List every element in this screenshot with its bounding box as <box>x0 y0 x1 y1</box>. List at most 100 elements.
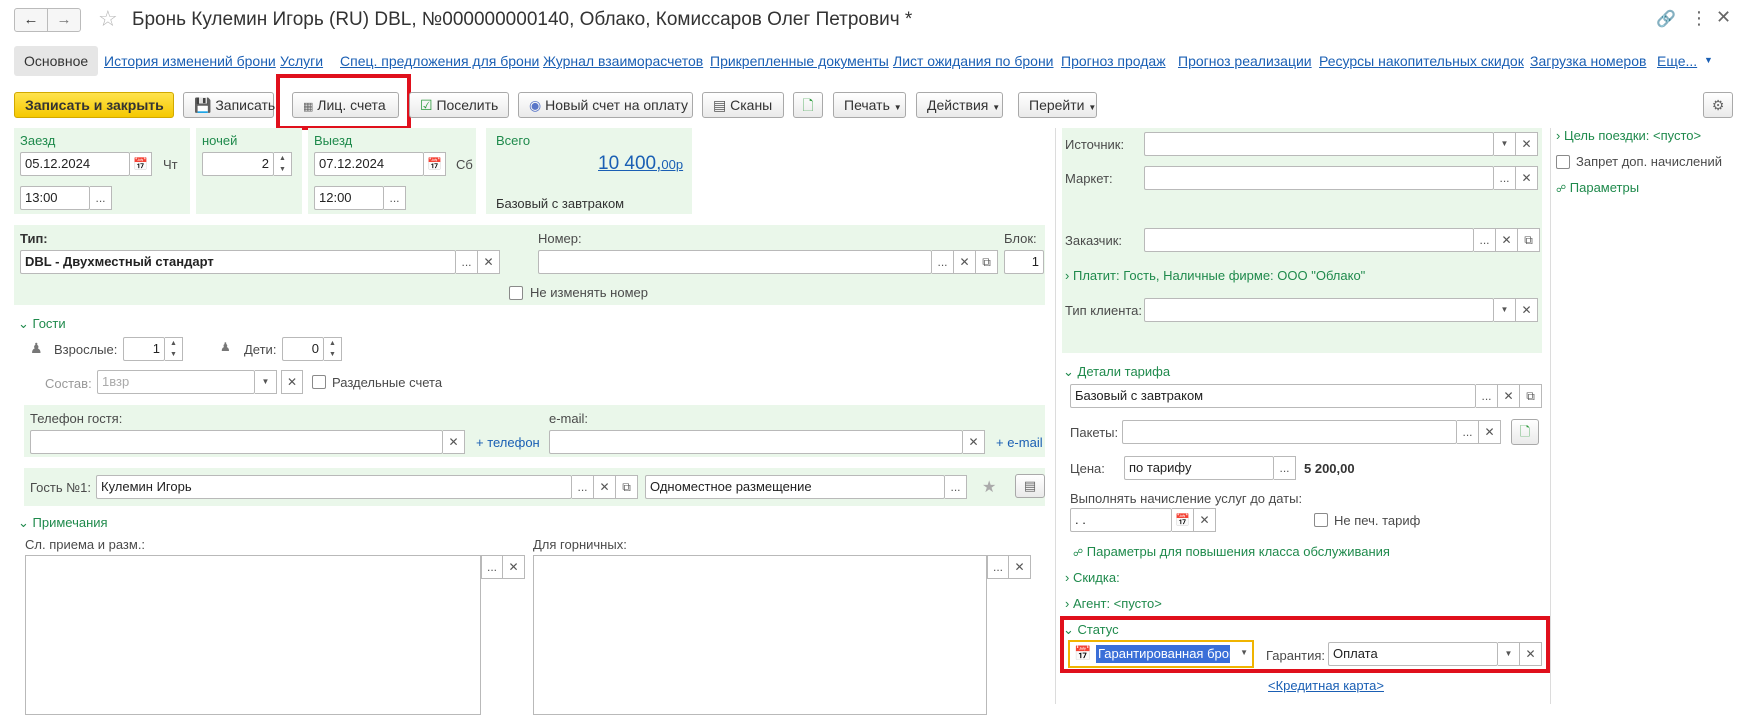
client-type-dropdown-button[interactable]: ▼ <box>1494 298 1516 322</box>
no-change-room-checkbox[interactable] <box>509 286 523 300</box>
trip-goal-toggle[interactable]: › Цель поездки: <пусто> <box>1556 128 1701 143</box>
price-mode-select-button[interactable]: ... <box>1274 456 1296 480</box>
status-dropdown-icon[interactable]: ▼ <box>1240 648 1248 657</box>
agent-toggle[interactable]: › Агент: <пусто> <box>1065 596 1162 611</box>
arrival-time-input[interactable]: 13:00 <box>20 186 90 210</box>
accounts-button[interactable]: ▦ Лиц. счета <box>292 92 399 118</box>
source-input[interactable] <box>1144 132 1494 156</box>
nights-stepper[interactable]: ▲ ▼ <box>274 152 292 176</box>
tab-more[interactable]: Еще... <box>1657 53 1697 69</box>
status-section-toggle[interactable]: ⌄ Статус <box>1063 622 1119 638</box>
source-clear-button[interactable]: ✕ <box>1516 132 1538 156</box>
reception-notes-clear-button[interactable]: ✕ <box>503 555 525 579</box>
settings-button[interactable]: ⚙ <box>1703 92 1733 118</box>
client-type-clear-button[interactable]: ✕ <box>1516 298 1538 322</box>
guests-section-toggle[interactable]: ⌄ Гости <box>18 316 66 332</box>
departure-date-input[interactable]: 07.12.2024 <box>314 152 424 176</box>
save-button[interactable]: 💾 Записать <box>183 92 275 118</box>
forward-button[interactable]: → <box>47 8 81 32</box>
star-icon[interactable]: ☆ <box>98 6 118 32</box>
separate-accounts-checkbox[interactable] <box>312 375 326 389</box>
market-clear-button[interactable]: ✕ <box>1516 166 1538 190</box>
housekeeping-notes-select-button[interactable]: ... <box>987 555 1009 579</box>
customer-select-button[interactable]: ... <box>1474 228 1496 252</box>
customer-open-button[interactable]: ⧉ <box>1518 228 1540 252</box>
add-email-link[interactable]: + e-mail <box>996 435 1043 450</box>
price-mode-input[interactable]: по тарифу <box>1124 456 1274 480</box>
email-input[interactable] <box>549 430 963 454</box>
children-stepper[interactable]: ▲ ▼ <box>324 337 342 361</box>
guarantee-dropdown-button[interactable]: ▼ <box>1498 642 1520 666</box>
new-invoice-button[interactable]: ◉ Новый счет на оплату <box>518 92 693 118</box>
status-input[interactable]: 📅 Гарантированная бронь ▼ <box>1068 640 1254 668</box>
tab-booking-history[interactable]: История изменений брони <box>104 53 276 69</box>
attach-document-button[interactable]: 🗋 <box>793 92 823 118</box>
room-type-clear-button[interactable]: ✕ <box>478 250 500 274</box>
room-number-open-button[interactable]: ⧉ <box>976 250 998 274</box>
source-dropdown-button[interactable]: ▼ <box>1494 132 1516 156</box>
add-phone-link[interactable]: + телефон <box>476 435 540 450</box>
room-number-select-button[interactable]: ... <box>932 250 954 274</box>
tab-settlements[interactable]: Журнал взаиморасчетов <box>543 53 703 69</box>
link-icon[interactable]: 🔗 <box>1656 9 1676 29</box>
composition-dropdown-button[interactable]: ▼ <box>255 370 277 394</box>
print-menu-button[interactable]: Печать ▼ <box>833 92 906 118</box>
room-number-input[interactable] <box>538 250 932 274</box>
departure-time-select-button[interactable]: ... <box>384 186 406 210</box>
goto-menu-button[interactable]: Перейти ▼ <box>1018 92 1097 118</box>
guest1-clear-button[interactable]: ✕ <box>594 475 616 499</box>
arrival-date-input[interactable]: 05.12.2024 <box>20 152 130 176</box>
room-type-input[interactable]: DBL - Двухместный стандарт <box>20 250 456 274</box>
params-link[interactable]: ☍ Параметры <box>1556 180 1639 195</box>
calendar-icon[interactable]: 📅 <box>1172 508 1194 532</box>
packages-select-button[interactable]: ... <box>1457 420 1479 444</box>
composition-input[interactable]: 1взр <box>97 370 255 394</box>
adults-input[interactable]: 1 <box>123 337 165 361</box>
tab-attached-docs[interactable]: Прикрепленные документы <box>710 53 889 69</box>
calendar-icon[interactable]: 📅 <box>424 152 446 176</box>
room-number-clear-button[interactable]: ✕ <box>954 250 976 274</box>
calendar-icon[interactable]: 📅 <box>130 152 152 176</box>
tariff-input[interactable]: Базовый с завтраком <box>1070 384 1476 408</box>
tab-main[interactable]: Основное <box>14 46 99 76</box>
tariff-open-button[interactable]: ⧉ <box>1520 384 1542 408</box>
tariff-select-button[interactable]: ... <box>1476 384 1498 408</box>
guest1-name-input[interactable]: Кулемин Игорь <box>96 475 572 499</box>
tab-sales-forecast[interactable]: Прогноз продаж <box>1061 53 1166 69</box>
children-input[interactable]: 0 <box>282 337 324 361</box>
total-amount[interactable]: 10 400,00р <box>598 153 683 175</box>
guest-card-button[interactable]: ▤ <box>1015 474 1045 498</box>
departure-time-input[interactable]: 12:00 <box>314 186 384 210</box>
guest-phone-clear-button[interactable]: ✕ <box>443 430 465 454</box>
kebab-icon[interactable]: ⋮ <box>1690 8 1708 29</box>
housekeeping-notes-clear-button[interactable]: ✕ <box>1009 555 1031 579</box>
back-button[interactable]: ← <box>14 8 48 32</box>
charge-until-input[interactable]: . . <box>1070 508 1172 532</box>
guest-phone-input[interactable] <box>30 430 443 454</box>
packages-input[interactable] <box>1122 420 1457 444</box>
guest1-accommodation-input[interactable]: Одноместное размещение <box>645 475 945 499</box>
customer-clear-button[interactable]: ✕ <box>1496 228 1518 252</box>
housekeeping-notes-textarea[interactable] <box>533 555 987 715</box>
upgrade-params-link[interactable]: ☍ Параметры для повышения класса обслужи… <box>1073 544 1390 559</box>
arrival-time-select-button[interactable]: ... <box>90 186 112 210</box>
tab-waiting-list[interactable]: Лист ожидания по брони <box>893 53 1054 69</box>
tab-discount-resources[interactable]: Ресурсы накопительных скидок <box>1319 53 1524 69</box>
checkin-button[interactable]: ☑ Поселить <box>409 92 509 118</box>
guest1-accommodation-select-button[interactable]: ... <box>945 475 967 499</box>
tab-services[interactable]: Услуги <box>280 53 323 69</box>
discount-toggle[interactable]: › Скидка: <box>1065 570 1120 585</box>
no-print-tariff-checkbox[interactable] <box>1314 513 1328 527</box>
credit-card-link[interactable]: <Кредитная карта> <box>1268 678 1384 693</box>
tab-realization-forecast[interactable]: Прогноз реализации <box>1178 53 1312 69</box>
reception-notes-textarea[interactable] <box>25 555 481 715</box>
packages-clear-button[interactable]: ✕ <box>1479 420 1501 444</box>
tab-special-offers[interactable]: Спец. предложения для брони <box>340 53 539 69</box>
extra-charges-ban-checkbox[interactable] <box>1556 155 1570 169</box>
client-type-input[interactable] <box>1144 298 1494 322</box>
nights-input[interactable]: 2 <box>202 152 274 176</box>
save-and-close-button[interactable]: Записать и закрыть <box>14 92 174 118</box>
notes-section-toggle[interactable]: ⌄ Примечания <box>18 515 108 531</box>
block-input[interactable]: 1 <box>1004 250 1044 274</box>
market-select-button[interactable]: ... <box>1494 166 1516 190</box>
